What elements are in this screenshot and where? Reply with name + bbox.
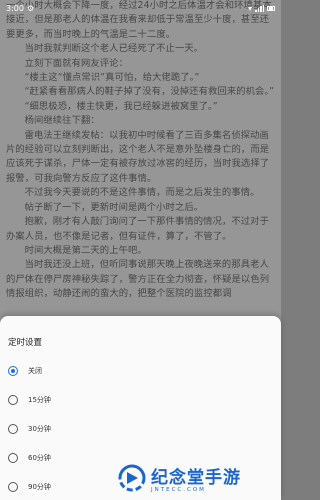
settings-icon: ⚙ <box>26 3 35 13</box>
wifi-icon: ▾ <box>247 3 252 13</box>
radio-checked-icon[interactable] <box>8 366 18 376</box>
radio-icon[interactable] <box>8 424 18 434</box>
signal-icon <box>255 4 264 12</box>
timer-option-off[interactable]: 关闭 <box>8 362 208 380</box>
radio-icon[interactable] <box>8 453 18 463</box>
option-label: 90分钟 <box>28 483 51 491</box>
option-label: 60分钟 <box>28 454 51 462</box>
watermark-title: 纪念堂手游 <box>151 468 241 488</box>
option-label: 15分钟 <box>28 396 51 404</box>
timer-option-30[interactable]: 30分钟 <box>8 420 208 438</box>
watermark-logo-icon <box>118 464 146 492</box>
watermark-url: JNTECC.COM <box>151 487 206 493</box>
timer-option-15[interactable]: 15分钟 <box>8 391 208 409</box>
status-time: 3:00 <box>6 3 24 13</box>
sheet-title: 定时设置 <box>8 338 43 348</box>
radio-icon[interactable] <box>8 395 18 405</box>
dim-overlay[interactable] <box>0 0 281 330</box>
site-watermark: 纪念堂手游 JNTECC.COM <box>117 458 277 498</box>
option-label: 30分钟 <box>28 425 51 433</box>
option-label: 关闭 <box>28 367 42 375</box>
battery-icon <box>267 5 275 11</box>
status-bar: 3:00 ⚙ ▾ <box>0 0 281 16</box>
radio-icon[interactable] <box>8 482 18 492</box>
